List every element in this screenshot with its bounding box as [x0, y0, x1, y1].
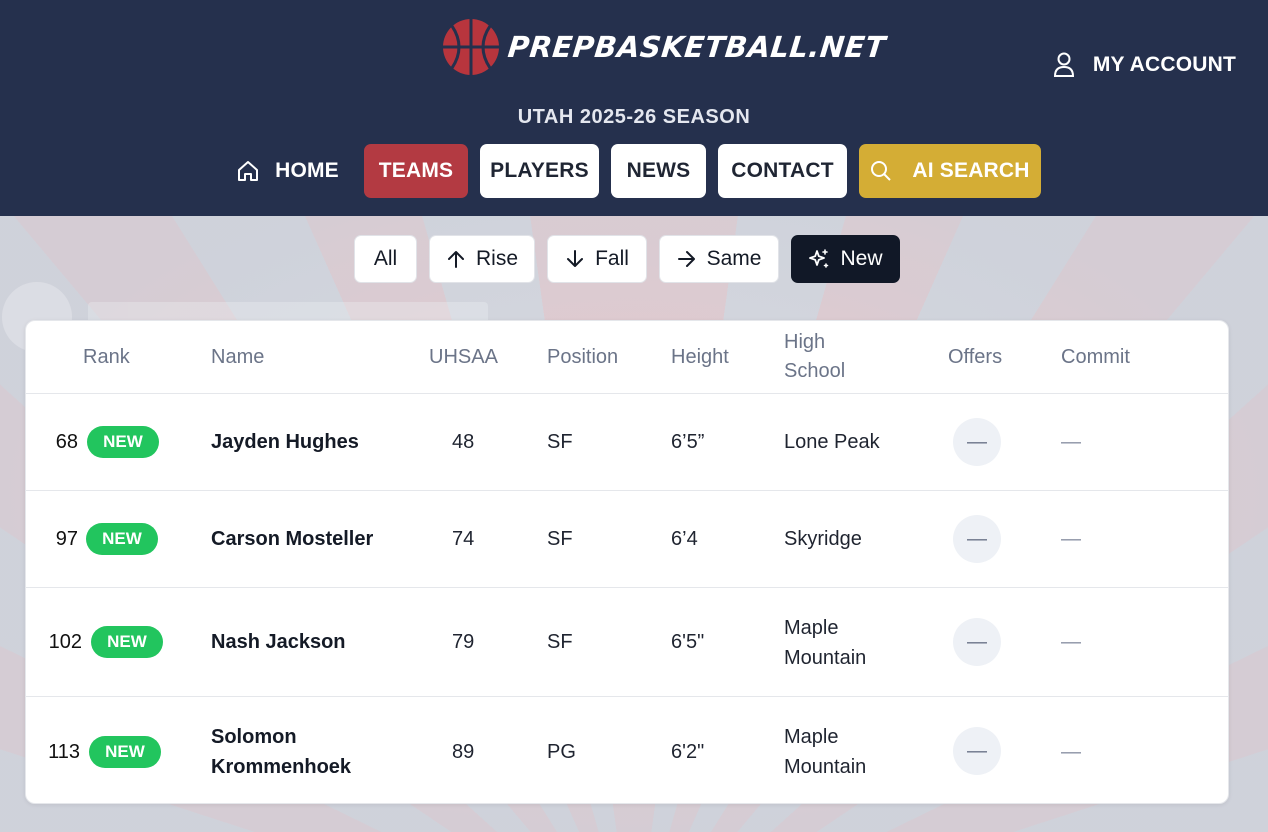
- arrow-down-icon: [567, 250, 584, 267]
- new-badge: NEW: [86, 523, 158, 555]
- school-value: Maple Mountain: [784, 722, 866, 782]
- basketball-logo-icon: [443, 19, 499, 75]
- search-icon: [871, 161, 892, 181]
- rank-value: 113: [48, 741, 80, 763]
- arrow-right-icon: [677, 251, 695, 267]
- offers-value[interactable]: —: [953, 418, 1001, 466]
- filter-fall-button[interactable]: Fall: [547, 235, 647, 283]
- column-header-name[interactable]: Name: [211, 343, 264, 372]
- player-name[interactable]: Nash Jackson: [211, 627, 346, 657]
- commit-value: —: [1061, 741, 1081, 763]
- arrow-up-icon: [447, 251, 464, 268]
- commit-value: —: [1061, 528, 1081, 550]
- player-name-line1: Nash Jackson: [211, 631, 346, 653]
- filter-new-label: New: [840, 247, 883, 270]
- filter-rise-button[interactable]: Rise: [429, 235, 535, 283]
- sparkles-icon: [809, 249, 829, 268]
- table-header: Rank Name UHSAA Position Height High Sch…: [26, 321, 1228, 394]
- height-value: 6'2": [671, 741, 705, 763]
- new-badge: NEW: [87, 426, 159, 458]
- column-header-uhsaa[interactable]: UHSAA: [429, 343, 498, 372]
- offers-value[interactable]: —: [953, 515, 1001, 563]
- player-name[interactable]: Solomon Krommenhoek: [211, 722, 351, 782]
- nav-teams[interactable]: TEAMS: [364, 144, 468, 198]
- column-header-school-line2: School: [784, 360, 846, 382]
- player-name[interactable]: Carson Mosteller: [211, 524, 373, 554]
- rank-value: 68: [55, 431, 78, 453]
- school-value: Skyridge: [784, 524, 862, 554]
- uhsaa-value: 74: [452, 528, 475, 550]
- column-header-commit[interactable]: Commit: [1061, 343, 1130, 372]
- school-line1: Lone Peak: [784, 431, 880, 453]
- height-value: 6'5": [671, 631, 705, 653]
- school-line1: Skyridge: [784, 528, 862, 550]
- season-title: UTAH 2025-26 SEASON: [517, 106, 751, 128]
- column-header-rank[interactable]: Rank: [83, 343, 130, 372]
- column-header-position[interactable]: Position: [547, 343, 618, 372]
- commit-value: —: [1061, 431, 1081, 453]
- uhsaa-value: 89: [452, 741, 475, 763]
- column-header-school-line1: High: [784, 331, 826, 353]
- table-row[interactable]: 97 NEW Carson Mosteller 74 SF 6’4 Skyrid…: [26, 491, 1228, 588]
- offers-value[interactable]: —: [953, 618, 1001, 666]
- nav-home[interactable]: HOME: [224, 144, 352, 198]
- filter-all-button[interactable]: All: [354, 235, 417, 283]
- height-value: 6’4: [671, 528, 698, 550]
- filter-new-button[interactable]: New: [791, 235, 900, 283]
- position-value: SF: [547, 528, 573, 550]
- position-value: SF: [547, 631, 573, 653]
- table-row[interactable]: 102 NEW Nash Jackson 79 SF 6'5" Maple Mo…: [26, 588, 1228, 697]
- rank-value: 97: [55, 528, 78, 550]
- nav-ai-search[interactable]: AI SEARCH: [859, 144, 1041, 198]
- school-line1: Maple: [784, 726, 839, 748]
- column-header-height[interactable]: Height: [671, 343, 729, 372]
- filter-all-label: All: [373, 247, 398, 270]
- school-line2: Mountain: [784, 647, 867, 669]
- site-header: PREPBASKETBALL.NET MY ACCOUNT UTAH 2025-…: [0, 0, 1268, 216]
- movement-filters: All Rise Fall Same New: [0, 235, 1268, 283]
- my-account-label: MY ACCOUNT: [1092, 53, 1236, 76]
- nav-players[interactable]: PLAYERS: [480, 144, 599, 198]
- home-icon: [238, 161, 259, 181]
- uhsaa-value: 48: [452, 431, 475, 453]
- filter-rise-label: Rise: [475, 247, 518, 270]
- table-row[interactable]: 68 NEW Jayden Hughes 48 SF 6’5” Lone Pea…: [26, 394, 1228, 491]
- filter-fall-label: Fall: [595, 247, 629, 270]
- nav-contact[interactable]: CONTACT: [718, 144, 847, 198]
- player-name-line2: Krommenhoek: [211, 756, 352, 778]
- school-value: Lone Peak: [784, 427, 880, 457]
- commit-value: —: [1061, 631, 1081, 653]
- player-name-line1: Carson Mosteller: [211, 528, 374, 550]
- rank-value: 102: [48, 631, 82, 653]
- main-nav: HOME TEAMS PLAYERS NEWS CONTACT AI SEARC…: [0, 144, 1268, 198]
- school-line1: Maple: [784, 617, 839, 639]
- position-value: PG: [547, 741, 576, 763]
- new-badge: NEW: [89, 736, 161, 768]
- column-header-offers[interactable]: Offers: [948, 343, 1002, 372]
- player-name[interactable]: Jayden Hughes: [211, 427, 359, 457]
- rankings-table: Rank Name UHSAA Position Height High Sch…: [25, 320, 1229, 804]
- table-row[interactable]: 113 NEW Solomon Krommenhoek 89 PG 6'2" M…: [26, 697, 1228, 803]
- position-value: SF: [547, 431, 573, 453]
- nav-news[interactable]: NEWS: [611, 144, 706, 198]
- my-account-link[interactable]: MY ACCOUNT: [1053, 52, 1236, 78]
- logo-text: PREPBASKETBALL.NET: [506, 30, 888, 64]
- uhsaa-value: 79: [452, 631, 475, 653]
- new-badge: NEW: [91, 626, 163, 658]
- nav-home-label: HOME: [275, 159, 339, 182]
- school-value: Maple Mountain: [784, 613, 866, 673]
- column-header-high-school[interactable]: High School: [784, 328, 845, 386]
- offers-value[interactable]: —: [953, 727, 1001, 775]
- player-name-line1: Jayden Hughes: [211, 431, 359, 453]
- school-line2: Mountain: [784, 756, 867, 778]
- site-logo[interactable]: PREPBASKETBALL.NET: [442, 18, 888, 76]
- user-icon: [1053, 52, 1074, 77]
- height-value: 6’5”: [671, 431, 705, 453]
- player-name-line1: Solomon: [211, 726, 297, 748]
- filter-same-label: Same: [706, 247, 762, 270]
- nav-ai-search-label: AI SEARCH: [912, 159, 1030, 182]
- filter-same-button[interactable]: Same: [659, 235, 779, 283]
